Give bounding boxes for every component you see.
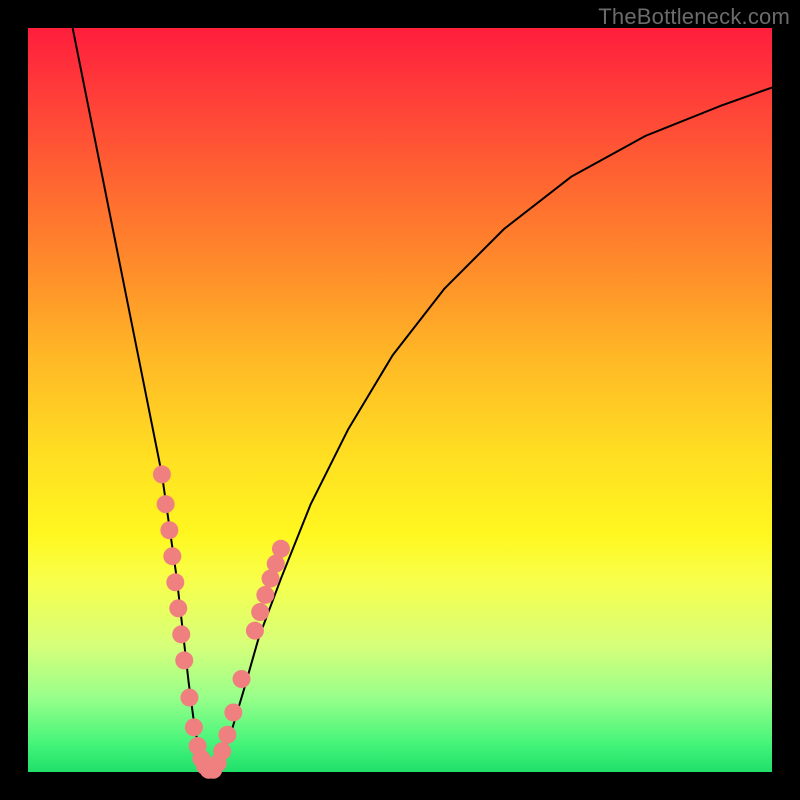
highlight-dot — [224, 703, 242, 721]
highlight-dot — [160, 521, 178, 539]
highlight-dot — [172, 625, 190, 643]
highlight-dot — [256, 586, 274, 604]
highlight-dot — [272, 540, 290, 558]
chart-svg-layer — [0, 0, 800, 800]
highlight-dot — [251, 603, 269, 621]
highlight-dot — [166, 573, 184, 591]
highlight-dot — [233, 670, 251, 688]
highlight-dot — [153, 465, 171, 483]
highlight-dot — [213, 742, 231, 760]
highlight-dots — [153, 465, 290, 778]
highlight-dot — [175, 651, 193, 669]
highlight-dot — [157, 495, 175, 513]
highlight-dot — [185, 718, 203, 736]
highlight-dot — [163, 547, 181, 565]
highlight-dot — [218, 726, 236, 744]
highlight-dot — [169, 599, 187, 617]
highlight-dot — [180, 689, 198, 707]
highlight-dot — [246, 622, 264, 640]
